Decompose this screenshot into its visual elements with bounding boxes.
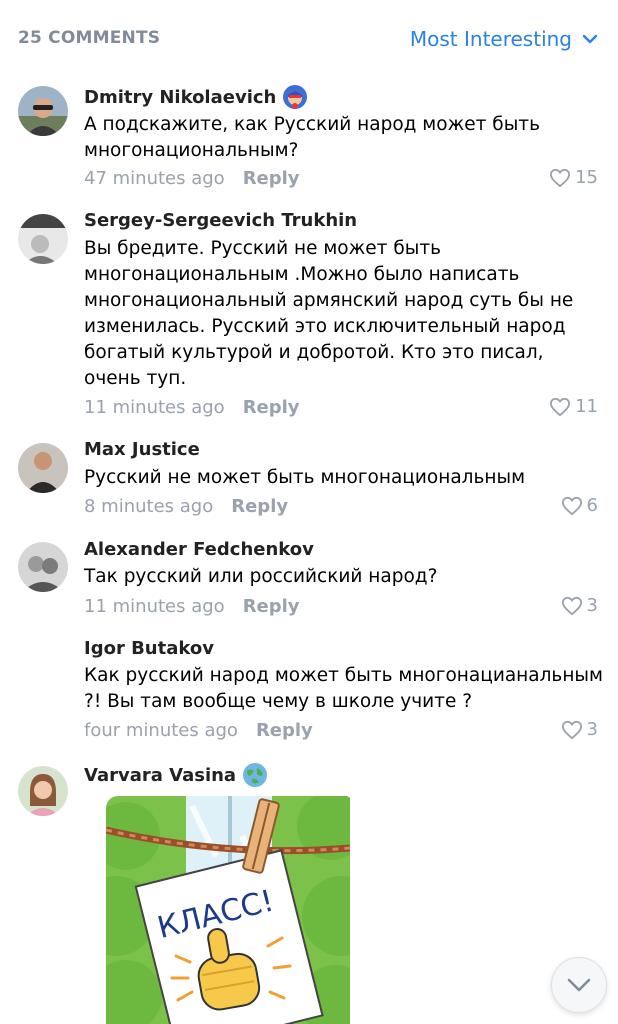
superhero-badge-icon[interactable]: [282, 84, 308, 110]
avatar[interactable]: [18, 86, 68, 136]
comment-text: А подскажите, как Русский народ может бы…: [84, 114, 540, 161]
comment-text: Русский не может быть многонациональным: [84, 467, 526, 488]
heart-icon: [550, 397, 571, 416]
comment-time: four minutes ago: [84, 720, 238, 741]
heart-icon: [561, 496, 582, 515]
sort-dropdown[interactable]: Most Interesting: [410, 27, 598, 51]
comment-text: Как русский народ может быть многонациан…: [84, 665, 603, 712]
like-count: 6: [586, 495, 598, 516]
like-count: 15: [575, 167, 598, 188]
comment-text: Вы бредите. Русский не может быть многон…: [84, 238, 574, 389]
comment-time: 8 minutes ago: [84, 496, 214, 517]
like-count: 11: [575, 396, 598, 417]
avatar[interactable]: [18, 766, 68, 816]
reply-button[interactable]: Reply: [243, 397, 300, 418]
author-name[interactable]: Max Justice: [84, 439, 200, 460]
comment-time: 11 minutes ago: [84, 596, 225, 617]
sticker-image[interactable]: КЛАСС!: [106, 796, 350, 1024]
author-name[interactable]: Dmitry Nikolaevich: [84, 87, 276, 108]
author-name[interactable]: Igor Butakov: [84, 638, 214, 659]
heart-icon: [561, 596, 582, 615]
scroll-down-button[interactable]: [551, 957, 607, 1013]
like-button[interactable]: 11: [549, 396, 598, 417]
reply-button[interactable]: Reply: [256, 720, 313, 741]
like-button[interactable]: 3: [561, 719, 598, 740]
avatar[interactable]: [18, 214, 68, 264]
comments-header: 25 COMMENTS Most Interesting: [0, 0, 618, 78]
comment-time: 47 minutes ago: [84, 168, 225, 189]
comment-time: 11 minutes ago: [84, 397, 225, 418]
like-count: 3: [586, 595, 598, 616]
author-name[interactable]: Alexander Fedchenkov: [84, 539, 314, 560]
avatar[interactable]: [18, 542, 68, 592]
reply-button[interactable]: Reply: [231, 496, 288, 517]
like-button[interactable]: 3: [561, 595, 598, 616]
comments-count: 25 COMMENTS: [18, 28, 161, 48]
sort-label: Most Interesting: [409, 27, 572, 51]
globe-badge-icon[interactable]: [242, 762, 268, 788]
author-name[interactable]: Varvara Vasina: [84, 765, 236, 786]
reply-button[interactable]: Reply: [243, 596, 300, 617]
like-button[interactable]: 6: [561, 495, 598, 516]
like-count: 3: [586, 719, 598, 740]
comment-text: Так русский или российский народ?: [84, 566, 438, 587]
author-name[interactable]: Sergey-Sergeevich Trukhin: [84, 210, 357, 231]
reply-button[interactable]: Reply: [243, 168, 300, 189]
chevron-down-icon: [582, 34, 598, 44]
chevron-down-icon: [567, 978, 591, 992]
heart-icon: [561, 720, 582, 739]
like-button[interactable]: 15: [549, 167, 598, 188]
heart-icon: [550, 168, 571, 187]
avatar[interactable]: [18, 443, 68, 493]
